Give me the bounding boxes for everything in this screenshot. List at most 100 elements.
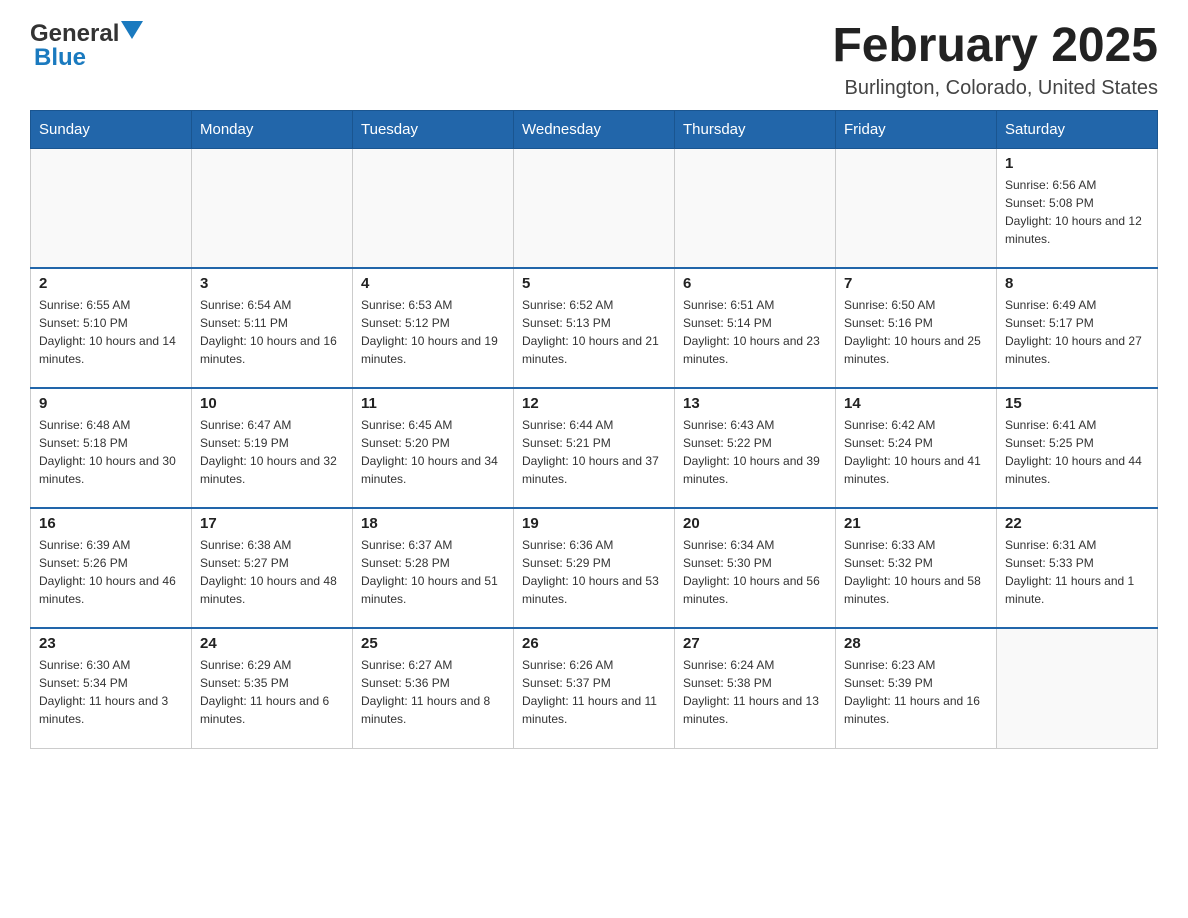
day-info: Sunrise: 6:31 AMSunset: 5:33 PMDaylight:…: [1005, 536, 1149, 608]
calendar-cell: 18 Sunrise: 6:37 AMSunset: 5:28 PMDayligh…: [353, 508, 514, 628]
day-info: Sunrise: 6:33 AMSunset: 5:32 PMDaylight:…: [844, 536, 988, 608]
calendar-cell: 27 Sunrise: 6:24 AMSunset: 5:38 PMDayligh…: [675, 628, 836, 748]
calendar-cell: [836, 148, 997, 268]
day-info: Sunrise: 6:48 AMSunset: 5:18 PMDaylight:…: [39, 416, 183, 488]
day-info: Sunrise: 6:49 AMSunset: 5:17 PMDaylight:…: [1005, 296, 1149, 368]
calendar-cell: 2 Sunrise: 6:55 AMSunset: 5:10 PMDaylight…: [31, 268, 192, 388]
day-info: Sunrise: 6:53 AMSunset: 5:12 PMDaylight:…: [361, 296, 505, 368]
calendar-cell: 3Sunrise: 6:54 AMSunset: 5:11 PMDaylight…: [192, 268, 353, 388]
calendar-header-row: Sunday Monday Tuesday Wednesday Thursday…: [31, 110, 1158, 148]
col-thursday: Thursday: [675, 110, 836, 148]
day-number: 26: [522, 635, 666, 652]
calendar-cell: 26 Sunrise: 6:26 AMSunset: 5:37 PMDayligh…: [514, 628, 675, 748]
calendar-cell: 6 Sunrise: 6:51 AMSunset: 5:14 PMDaylight…: [675, 268, 836, 388]
day-info: Sunrise: 6:23 AMSunset: 5:39 PMDaylight:…: [844, 656, 988, 728]
day-info: Sunrise: 6:42 AMSunset: 5:24 PMDaylight:…: [844, 416, 988, 488]
day-info: Sunrise: 6:56 AMSunset: 5:08 PMDaylight:…: [1005, 176, 1149, 248]
calendar-cell: [675, 148, 836, 268]
day-number: 3: [200, 275, 344, 292]
calendar-cell: 17 Sunrise: 6:38 AMSunset: 5:27 PMDayligh…: [192, 508, 353, 628]
logo: General Blue: [30, 20, 143, 72]
calendar-cell: 24 Sunrise: 6:29 AMSunset: 5:35 PMDayligh…: [192, 628, 353, 748]
day-number: 7: [844, 275, 988, 292]
calendar-cell: 10 Sunrise: 6:47 AMSunset: 5:19 PMDayligh…: [192, 388, 353, 508]
logo-blue-text: Blue: [34, 44, 86, 72]
calendar-cell: 4 Sunrise: 6:53 AMSunset: 5:12 PMDaylight…: [353, 268, 514, 388]
day-number: 22: [1005, 515, 1149, 532]
day-number: 15: [1005, 395, 1149, 412]
day-number: 27: [683, 635, 827, 652]
day-info: Sunrise: 6:50 AMSunset: 5:16 PMDaylight:…: [844, 296, 988, 368]
day-info: Sunrise: 6:34 AMSunset: 5:30 PMDaylight:…: [683, 536, 827, 608]
day-info: Sunrise: 6:36 AMSunset: 5:29 PMDaylight:…: [522, 536, 666, 608]
day-number: 11: [361, 395, 505, 412]
day-number: 5: [522, 275, 666, 292]
day-number: 20: [683, 515, 827, 532]
calendar-cell: 1 Sunrise: 6:56 AMSunset: 5:08 PMDaylight…: [997, 148, 1158, 268]
calendar-cell: 25 Sunrise: 6:27 AMSunset: 5:36 PMDayligh…: [353, 628, 514, 748]
day-number: 13: [683, 395, 827, 412]
calendar-cell: [514, 148, 675, 268]
col-monday: Monday: [192, 110, 353, 148]
day-info: Sunrise: 6:24 AMSunset: 5:38 PMDaylight:…: [683, 656, 827, 728]
calendar-cell: 21 Sunrise: 6:33 AMSunset: 5:32 PMDayligh…: [836, 508, 997, 628]
calendar-cell: 14 Sunrise: 6:42 AMSunset: 5:24 PMDayligh…: [836, 388, 997, 508]
day-info: Sunrise: 6:26 AMSunset: 5:37 PMDaylight:…: [522, 656, 666, 728]
month-title: February 2025: [832, 20, 1158, 73]
day-info: Sunrise: 6:29 AMSunset: 5:35 PMDaylight:…: [200, 656, 344, 728]
page-header: General Blue February 2025 Burlington, C…: [30, 20, 1158, 100]
calendar-cell: 16Sunrise: 6:39 AMSunset: 5:26 PMDayligh…: [31, 508, 192, 628]
day-number: 18: [361, 515, 505, 532]
day-info: Sunrise: 6:27 AMSunset: 5:36 PMDaylight:…: [361, 656, 505, 728]
day-info: Sunrise: 6:51 AMSunset: 5:14 PMDaylight:…: [683, 296, 827, 368]
day-number: 14: [844, 395, 988, 412]
calendar-table: Sunday Monday Tuesday Wednesday Thursday…: [30, 110, 1158, 749]
day-info: Sunrise: 6:30 AMSunset: 5:34 PMDaylight:…: [39, 656, 183, 728]
calendar-cell: 11 Sunrise: 6:45 AMSunset: 5:20 PMDayligh…: [353, 388, 514, 508]
day-number: 9: [39, 395, 183, 412]
col-sunday: Sunday: [31, 110, 192, 148]
day-info: Sunrise: 6:43 AMSunset: 5:22 PMDaylight:…: [683, 416, 827, 488]
day-number: 1: [1005, 155, 1149, 172]
day-number: 16: [39, 515, 183, 532]
day-number: 21: [844, 515, 988, 532]
day-info: Sunrise: 6:38 AMSunset: 5:27 PMDaylight:…: [200, 536, 344, 608]
day-number: 25: [361, 635, 505, 652]
calendar-cell: [997, 628, 1158, 748]
location-subtitle: Burlington, Colorado, United States: [832, 77, 1158, 100]
calendar-cell: 5 Sunrise: 6:52 AMSunset: 5:13 PMDaylight…: [514, 268, 675, 388]
day-number: 8: [1005, 275, 1149, 292]
day-info: Sunrise: 6:44 AMSunset: 5:21 PMDaylight:…: [522, 416, 666, 488]
day-number: 17: [200, 515, 344, 532]
calendar-cell: 9 Sunrise: 6:48 AMSunset: 5:18 PMDaylight…: [31, 388, 192, 508]
calendar-cell: 12 Sunrise: 6:44 AMSunset: 5:21 PMDayligh…: [514, 388, 675, 508]
col-friday: Friday: [836, 110, 997, 148]
day-number: 12: [522, 395, 666, 412]
col-wednesday: Wednesday: [514, 110, 675, 148]
day-info: Sunrise: 6:41 AMSunset: 5:25 PMDaylight:…: [1005, 416, 1149, 488]
calendar-cell: 22 Sunrise: 6:31 AMSunset: 5:33 PMDayligh…: [997, 508, 1158, 628]
logo-triangle-icon: [121, 21, 143, 43]
calendar-cell: 28 Sunrise: 6:23 AMSunset: 5:39 PMDayligh…: [836, 628, 997, 748]
day-number: 2: [39, 275, 183, 292]
day-info: Sunrise: 6:45 AMSunset: 5:20 PMDaylight:…: [361, 416, 505, 488]
day-info: Sunrise: 6:37 AMSunset: 5:28 PMDaylight:…: [361, 536, 505, 608]
day-number: 24: [200, 635, 344, 652]
day-number: 6: [683, 275, 827, 292]
day-number: 28: [844, 635, 988, 652]
title-block: February 2025 Burlington, Colorado, Unit…: [832, 20, 1158, 100]
calendar-cell: 13 Sunrise: 6:43 AMSunset: 5:22 PMDayligh…: [675, 388, 836, 508]
day-number: 4: [361, 275, 505, 292]
calendar-cell: 20 Sunrise: 6:34 AMSunset: 5:30 PMDayligh…: [675, 508, 836, 628]
calendar-cell: [192, 148, 353, 268]
day-info: Sunrise: 6:52 AMSunset: 5:13 PMDaylight:…: [522, 296, 666, 368]
day-info: Sunrise: 6:55 AMSunset: 5:10 PMDaylight:…: [39, 296, 183, 368]
calendar-cell: 19Sunrise: 6:36 AMSunset: 5:29 PMDayligh…: [514, 508, 675, 628]
calendar-cell: 15 Sunrise: 6:41 AMSunset: 5:25 PMDayligh…: [997, 388, 1158, 508]
day-number: 10: [200, 395, 344, 412]
day-info: Sunrise: 6:47 AMSunset: 5:19 PMDaylight:…: [200, 416, 344, 488]
calendar-cell: 23 Sunrise: 6:30 AMSunset: 5:34 PMDayligh…: [31, 628, 192, 748]
day-number: 23: [39, 635, 183, 652]
calendar-cell: 8 Sunrise: 6:49 AMSunset: 5:17 PMDaylight…: [997, 268, 1158, 388]
col-saturday: Saturday: [997, 110, 1158, 148]
